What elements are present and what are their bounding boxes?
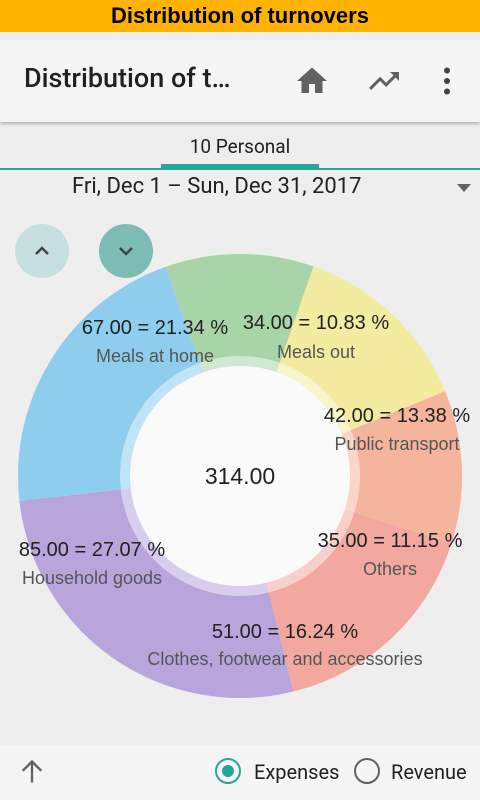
more-vert-icon[interactable] [429,63,465,99]
slice-category-label-others: Others [363,559,417,579]
slice-value-label-others: 35.00 = 11.15 % [318,530,463,552]
home-icon[interactable] [294,63,330,99]
arrow-up-icon[interactable] [18,758,46,786]
expenses-label: Expenses [254,760,340,784]
slice-value-label-clothes-footwear-and-accessories: 51.00 = 16.24 % [212,621,358,643]
tab-10-personal[interactable]: 10 Personal [161,122,319,168]
chevron-up-icon [35,246,49,255]
page-title: Distribution of t… [24,62,231,94]
slice-category-label-clothes-footwear-and-accessories: Clothes, footwear and accessories [147,649,422,669]
app-banner-title: Distribution of turnovers [0,0,480,32]
slice-category-label-meals-at-home: Meals at home [96,346,214,366]
toolbar: Distribution of t… [0,40,480,122]
chevron-down-icon [119,247,133,256]
expenses-radio[interactable] [215,758,241,784]
dropdown-arrow-icon[interactable] [457,184,471,192]
slice-value-label-household-goods: 85.00 = 27.07 % [19,539,165,561]
slice-value-label-meals-out: 34.00 = 10.83 % [243,312,389,334]
scroll-up-button[interactable] [15,224,69,278]
slice-category-label-household-goods: Household goods [22,568,162,588]
scroll-down-button[interactable] [99,224,153,278]
tab-bar: 10 Personal [0,122,480,170]
pie-chart: 314.00 34.00 = 10.83 % Meals out 42.00 = 1… [18,253,470,698]
slice-category-label-public-transport: Public transport [334,434,459,454]
tab-indicator [161,164,319,168]
trending-up-icon[interactable] [366,63,402,99]
chart-total: 314.00 [205,463,275,489]
slice-value-label-public-transport: 42.00 = 13.38 % [324,405,470,427]
revenue-radio[interactable] [354,758,380,784]
slice-category-label-meals-out: Meals out [277,342,355,362]
bottom-bar: Expenses Revenue [0,746,480,800]
revenue-label: Revenue [391,760,467,784]
period-selector[interactable]: Fri, Dec 1 – Sun, Dec 31, 2017 [72,174,361,199]
slice-value-label-meals-at-home: 67.00 = 21.34 % [82,317,228,339]
